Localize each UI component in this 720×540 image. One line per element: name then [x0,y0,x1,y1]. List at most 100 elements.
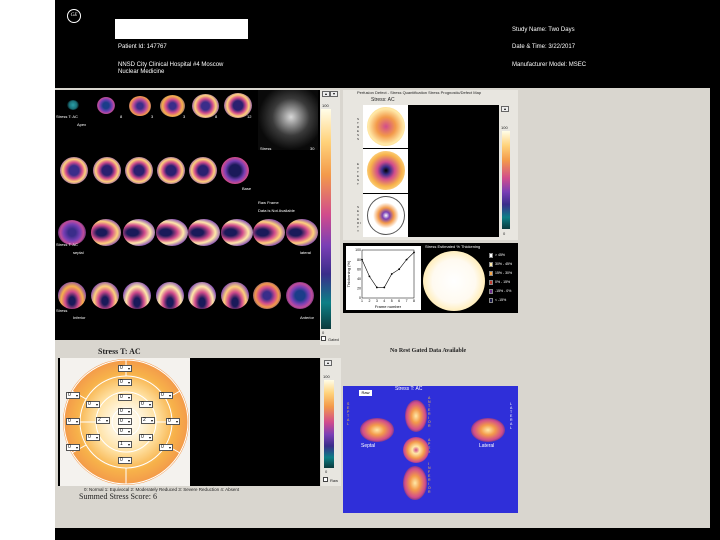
threed-inferior-view[interactable] [403,466,427,500]
legend-item: 0% - 15% [489,279,517,287]
slice-hla-5[interactable] [188,282,216,309]
x-tick-label: 2 [368,299,370,303]
label-septal: septal [73,250,84,255]
thickening-chart[interactable]: 1008060402001 2 3 4 5 6 7 8Frame numberThickeni… [346,246,421,310]
segment-score-7[interactable]: 0 [118,394,132,401]
bullseye-severity-cell[interactable] [363,193,408,237]
slice-sa-2[interactable] [97,97,115,114]
legend-swatch [489,271,493,276]
bullseye-colorbar[interactable] [502,131,510,229]
threed-label-lateral: Lateral [479,443,495,449]
slice-vla-2[interactable] [91,219,121,246]
slice-sa-12[interactable] [221,157,249,184]
segment-score-14[interactable]: 0 [118,428,132,435]
slices-colorbar[interactable] [321,109,331,329]
slice-hla-6[interactable] [221,282,249,309]
raw-frame-image[interactable] [258,90,318,150]
slice-sa-8[interactable] [93,157,121,184]
threed-apex-view[interactable] [403,437,429,463]
slice-hla-7[interactable] [253,282,281,309]
raw-checkbox[interactable] [323,477,328,482]
legend-item: 15% - 30% [489,270,517,278]
x-tick-label: 4 [383,299,385,303]
slice-sa-10[interactable] [157,157,185,184]
polar-cbar-bottom: 0 [325,469,328,474]
label-inferior: Inferior [73,315,86,320]
slice-vla-5[interactable] [188,219,220,246]
threed-septal-view[interactable] [360,418,394,442]
y-tick-label: 60 [357,267,361,271]
segment-score-8[interactable]: 0 [118,408,132,415]
threed-anterior-view[interactable] [405,400,427,432]
slice-vla-6[interactable] [221,219,253,246]
bullseye-stress-cell[interactable] [363,105,408,149]
bullseye-extent-cell[interactable] [363,149,408,193]
thickening-point [398,268,401,271]
legend-label: -15% - 0% [495,289,512,293]
threed-label-left: S E P T A L [347,402,350,426]
slice-hla-1[interactable] [58,282,86,309]
y-tick-label: 20 [357,287,361,291]
slice-vla-8[interactable] [286,219,318,246]
x-tick-label: 3 [376,299,378,303]
segment-score-13[interactable]: 0 [166,418,180,425]
date-time: Date & Time: 3/22/2017 [512,44,576,50]
slice-sa-7[interactable] [60,157,88,184]
legend-item: < -15% [489,297,517,305]
segment-score-10[interactable]: 0 [118,418,132,425]
x-axis-label: Frame number [375,304,402,309]
threed-label-septal: Septal [361,443,376,449]
thickening-title: Stress Estimated % Thickening [425,244,481,249]
slice-sa-11[interactable] [189,157,217,184]
segment-score-9[interactable]: 2 [96,417,110,424]
colorbar-up-button[interactable]: ▴ [322,91,330,97]
slice-sa-9[interactable] [125,157,153,184]
legend-swatch [489,262,493,267]
segment-score-11[interactable]: 2 [141,417,155,424]
segment-score-20[interactable]: 0 [118,457,132,464]
slice-sa-1[interactable] [67,100,79,110]
segment-score-6[interactable]: 0 [139,401,153,408]
segment-score-5[interactable]: 0 [86,401,100,408]
segment-score-18[interactable]: 0 [66,444,80,451]
segment-score-12[interactable]: 0 [66,418,80,425]
segment-score-3[interactable]: 0 [66,392,80,399]
thickening-polar-map[interactable] [423,251,485,311]
legend-item: -15% - 0% [489,288,517,296]
polar-cbar-up-button[interactable]: ▴ [324,360,332,366]
slice-sa-4[interactable] [160,95,185,117]
segment-score-2[interactable]: 0 [118,379,132,386]
x-tick-label: 5 [391,299,393,303]
slice-vla-3[interactable] [123,219,155,246]
label-stress-vla: Stress T: AC [56,242,78,247]
colorbar-bottom-label: 0 [322,330,325,335]
bullseye-up-button[interactable]: ▴ [501,106,509,112]
header-bar: GE Patient Id: 147767 NNSD City Clinical… [55,0,710,88]
segment-score-17[interactable]: 1 [118,441,132,448]
threed-label-inferior: I N F E R I O R [428,462,431,494]
threed-tag: Raw [359,390,372,396]
legend-swatch [489,289,493,294]
thickening-point [375,286,378,289]
segment-score-15[interactable]: 0 [86,434,100,441]
slice-vla-4[interactable] [156,219,188,246]
threed-lateral-view[interactable] [471,418,505,442]
gated-checkbox[interactable] [321,336,326,341]
slices-panel: Stress T: AC Apex 8 3 3 8 12 Stress 30 B… [55,90,320,340]
polar-panel: 0 0 0 0 0 0 0 0 2 0 2 0 0 0 0 0 1 0 0 0 [58,358,320,486]
legend-swatch [489,298,493,303]
segment-score-1[interactable]: 0 [118,365,132,372]
slice-vla-7[interactable] [253,219,285,246]
slice-hla-2[interactable] [91,282,119,309]
x-tick-label: 6 [398,299,400,303]
slice-hla-8[interactable] [286,282,314,309]
slice-hla-4[interactable] [156,282,184,309]
segment-score-16[interactable]: 0 [139,434,153,441]
polar-colorbar[interactable] [324,380,334,468]
manufacturer-model: Manufacturer Model: MSEC [512,62,587,68]
segment-score-4[interactable]: 0 [159,392,173,399]
slice-hla-3[interactable] [123,282,151,309]
segment-score-19[interactable]: 0 [159,444,173,451]
colorbar-down-button[interactable]: ▾ [330,91,338,97]
slice-sa-3[interactable] [129,96,151,116]
